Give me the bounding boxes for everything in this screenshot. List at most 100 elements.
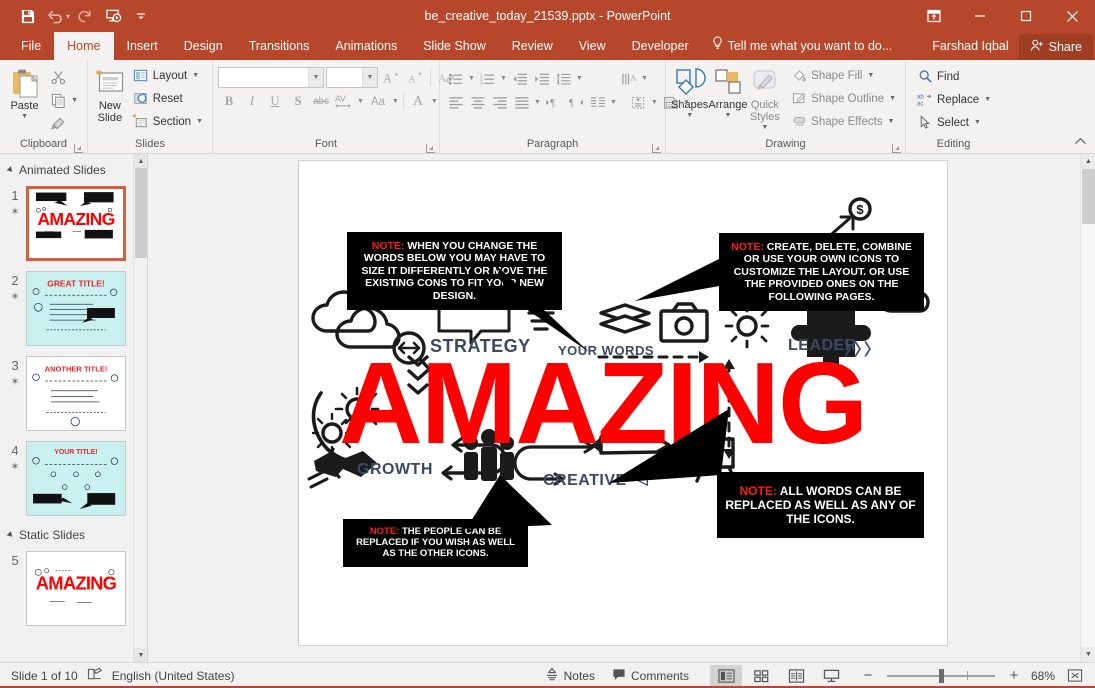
line-spacing-dropdown-icon[interactable]: ▼ bbox=[575, 75, 584, 82]
maximize-button[interactable] bbox=[1003, 0, 1049, 32]
align-text-dropdown-icon[interactable]: ▼ bbox=[650, 99, 659, 106]
format-painter-button[interactable] bbox=[46, 113, 82, 134]
save-icon[interactable] bbox=[14, 4, 40, 28]
section-header-animated[interactable]: Animated Slides bbox=[0, 160, 147, 181]
thumbnail-item-5[interactable]: 5 AMAZING bbox=[0, 546, 147, 631]
bullets-dropdown-icon[interactable]: ▼ bbox=[467, 75, 476, 82]
numbering-dropdown-icon[interactable]: ▼ bbox=[499, 75, 508, 82]
underline-button[interactable]: U bbox=[264, 91, 286, 112]
arrange-button[interactable]: Arrange ▼ bbox=[708, 63, 747, 119]
section-collapse-icon[interactable] bbox=[7, 531, 15, 539]
close-button[interactable] bbox=[1049, 0, 1095, 32]
shape-outline-button[interactable]: Shape Outline ▼ bbox=[787, 88, 900, 109]
shape-fill-dropdown-icon[interactable]: ▼ bbox=[867, 72, 874, 79]
tab-home[interactable]: Home bbox=[54, 32, 113, 60]
font-name-combo[interactable]: ▼ bbox=[218, 67, 324, 88]
align-text-button[interactable] bbox=[628, 92, 649, 113]
tab-review[interactable]: Review bbox=[499, 32, 566, 60]
reading-view-button[interactable] bbox=[780, 665, 812, 687]
font-size-dropdown-icon[interactable]: ▼ bbox=[362, 68, 377, 87]
change-case-dropdown-icon[interactable]: ▼ bbox=[391, 98, 400, 105]
notes-button[interactable]: Notes bbox=[538, 665, 602, 687]
paragraph-dialog-launcher[interactable] bbox=[652, 144, 661, 153]
shape-effects-button[interactable]: Shape Effects ▼ bbox=[787, 111, 900, 132]
note-callout-bottom-right[interactable]: NOTE: ALL WORDS CAN BE REPLACED AS WELL … bbox=[717, 472, 924, 538]
thumbnail-item-2[interactable]: 2 ✶ GREAT TITLE! bbox=[0, 266, 147, 351]
justify-dropdown-icon[interactable]: ▼ bbox=[533, 99, 542, 106]
thumbnail-scroll-up-icon[interactable]: ▲ bbox=[134, 154, 148, 168]
slide-thumbnail-pane[interactable]: Animated Slides 1 ✶ AMAZING bbox=[0, 154, 148, 662]
align-right-button[interactable] bbox=[489, 92, 510, 113]
font-size-combo[interactable]: ▼ bbox=[326, 67, 378, 88]
paste-dropdown-icon[interactable]: ▼ bbox=[21, 113, 28, 120]
tab-design[interactable]: Design bbox=[171, 32, 236, 60]
justify-button[interactable] bbox=[511, 92, 532, 113]
copy-button[interactable]: ▼ bbox=[46, 90, 82, 111]
undo-icon[interactable] bbox=[42, 4, 68, 28]
redo-icon[interactable] bbox=[72, 4, 98, 28]
font-color-dropdown-icon[interactable]: ▼ bbox=[430, 98, 439, 105]
language-indicator[interactable]: English (United States) bbox=[112, 669, 235, 683]
text-direction-button[interactable]: A bbox=[618, 68, 639, 89]
reset-button[interactable]: Reset bbox=[129, 88, 207, 109]
align-left-button[interactable] bbox=[445, 92, 466, 113]
thumbnail-scroll-thumb[interactable] bbox=[135, 168, 147, 258]
slide-scroll-thumb[interactable] bbox=[1082, 169, 1095, 224]
undo-dropdown-icon[interactable]: ▾ bbox=[66, 12, 70, 21]
right-to-left-button[interactable]: ¶ bbox=[565, 92, 586, 113]
font-color-button[interactable]: A bbox=[407, 91, 429, 112]
numbering-button[interactable]: 123 bbox=[477, 68, 498, 89]
slide-canvas[interactable]: $ AMAZING STRATEGY YOUR WORDS LEADER 〉〉〉… bbox=[298, 160, 948, 646]
find-button[interactable]: Find bbox=[913, 66, 995, 87]
center-button[interactable] bbox=[467, 92, 488, 113]
shapes-button[interactable]: Shapes ▼ bbox=[671, 63, 708, 119]
section-button[interactable]: Section ▼ bbox=[129, 111, 207, 132]
thumbnail-item-4[interactable]: 4 ✶ YOUR TITLE! bbox=[0, 436, 147, 521]
comments-button[interactable]: Comments bbox=[605, 665, 696, 687]
new-slide-button[interactable]: New Slide bbox=[93, 64, 127, 124]
section-dropdown-icon[interactable]: ▼ bbox=[196, 118, 203, 125]
character-spacing-dropdown-icon[interactable]: ▼ bbox=[356, 98, 365, 105]
layout-dropdown-icon[interactable]: ▼ bbox=[192, 72, 199, 79]
normal-view-button[interactable] bbox=[710, 665, 742, 687]
minimize-button[interactable] bbox=[957, 0, 1003, 32]
italic-button[interactable]: I bbox=[241, 91, 263, 112]
arrange-dropdown-icon[interactable]: ▼ bbox=[724, 112, 731, 119]
increase-font-size-button[interactable]: A bbox=[380, 67, 402, 88]
slide-scroll-up-icon[interactable]: ▲ bbox=[1081, 154, 1095, 169]
spell-check-icon[interactable] bbox=[87, 667, 103, 685]
share-button[interactable]: Share bbox=[1019, 34, 1093, 60]
customize-qat-icon[interactable] bbox=[128, 4, 154, 28]
thumbnail-canvas-3[interactable]: ANOTHER TITLE! bbox=[26, 356, 126, 431]
strikethrough-button[interactable]: abc bbox=[310, 91, 332, 112]
slide-counter[interactable]: Slide 1 of 10 bbox=[11, 669, 78, 683]
fit-to-window-button[interactable] bbox=[1063, 668, 1087, 683]
shape-fill-button[interactable]: Shape Fill ▼ bbox=[787, 65, 900, 86]
thumbnail-canvas-1[interactable]: AMAZING bbox=[26, 186, 126, 261]
select-button[interactable]: Select ▼ bbox=[913, 112, 995, 133]
font-name-dropdown-icon[interactable]: ▼ bbox=[308, 68, 323, 87]
slide-word-growth[interactable]: GROWTH bbox=[357, 461, 433, 479]
thumbnail-item-1[interactable]: 1 ✶ AMAZING bbox=[0, 181, 147, 266]
note-callout-top-right[interactable]: NOTE: CREATE, DELETE, COMBINE OR USE YOU… bbox=[719, 233, 924, 311]
increase-indent-button[interactable] bbox=[531, 68, 552, 89]
font-dialog-launcher[interactable] bbox=[426, 144, 435, 153]
quick-styles-button[interactable]: Quick Styles ▼ bbox=[748, 63, 783, 131]
tab-developer[interactable]: Developer bbox=[619, 32, 702, 60]
thumbnail-scrollbar[interactable]: ▲ ▼ bbox=[133, 154, 147, 662]
text-shadow-button[interactable]: S bbox=[287, 91, 309, 112]
tab-insert[interactable]: Insert bbox=[114, 32, 171, 60]
zoom-in-button[interactable]: + bbox=[1005, 667, 1023, 684]
zoom-level-label[interactable]: 68% bbox=[1026, 669, 1060, 683]
bold-button[interactable]: B bbox=[218, 91, 240, 112]
shapes-dropdown-icon[interactable]: ▼ bbox=[686, 112, 693, 119]
select-dropdown-icon[interactable]: ▼ bbox=[974, 119, 981, 126]
slide-show-button[interactable] bbox=[815, 665, 847, 687]
layout-button[interactable]: Layout ▼ bbox=[129, 65, 207, 86]
zoom-slider[interactable] bbox=[887, 675, 995, 677]
clipboard-dialog-launcher[interactable] bbox=[74, 144, 83, 153]
start-presentation-icon[interactable] bbox=[100, 4, 126, 28]
replace-button[interactable]: abac Replace ▼ bbox=[913, 89, 995, 110]
tab-file[interactable]: File bbox=[8, 32, 54, 60]
collapse-ribbon-button[interactable] bbox=[1074, 135, 1087, 149]
